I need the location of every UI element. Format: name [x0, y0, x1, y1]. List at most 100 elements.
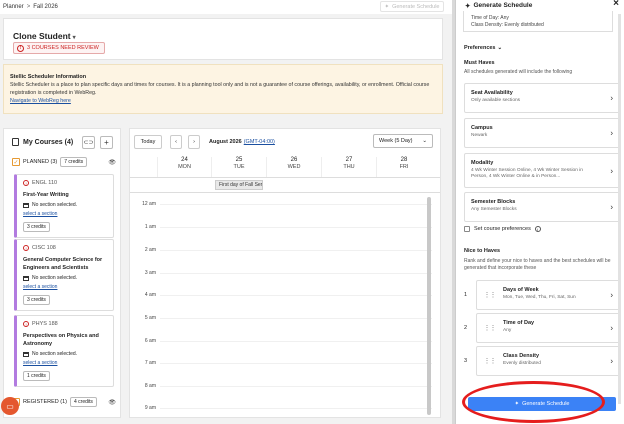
- hour-gridline: [160, 318, 432, 319]
- add-course-button[interactable]: +: [100, 136, 113, 149]
- course-name: General Computer Science for Engineers a…: [23, 257, 103, 271]
- section-status: No section selected.: [32, 275, 78, 281]
- section-status: No section selected.: [32, 351, 78, 357]
- registered-label: REGISTERED (1): [23, 399, 68, 405]
- chevron-right-icon: ›: [610, 290, 613, 300]
- rank-number: 2: [464, 325, 468, 331]
- generate-schedule-button[interactable]: ✦ Generate Schedule: [468, 397, 616, 411]
- review-badge[interactable]: ! 3 COURSES NEED REVIEW: [13, 42, 105, 54]
- my-courses-panel: My Courses (4) ⊂⊃ + ✓ PLANNED (3) 7 cred…: [3, 128, 121, 418]
- book-icon: [12, 138, 19, 146]
- alert-icon: !: [23, 180, 29, 186]
- must-have-semester-blocks[interactable]: Semester Blocks Any Semester Blocks ›: [464, 192, 620, 222]
- must-have-campus[interactable]: Campus Newark ›: [464, 118, 620, 148]
- scheduler-info-banner: Stellic Scheduler Information Stellic Sc…: [3, 64, 443, 114]
- set-course-preferences[interactable]: Set course preferences i: [464, 226, 541, 232]
- drag-handle-icon[interactable]: ⋮⋮: [484, 358, 496, 365]
- nice-to-have-option[interactable]: ⋮⋮ Class Density Evenly distributed ›: [476, 346, 620, 376]
- set-preferences-checkbox[interactable]: [464, 226, 470, 232]
- hour-gridline: [160, 408, 432, 409]
- eye-icon[interactable]: 👁: [108, 399, 116, 406]
- select-section-link[interactable]: select a section: [23, 211, 107, 217]
- option-title: Days of Week: [503, 287, 539, 293]
- course-card[interactable]: ! ENGL 110 First-Year Writing No section …: [14, 174, 114, 238]
- chevron-right-icon: ›: [610, 356, 613, 366]
- day-header: 27 THU: [321, 157, 376, 177]
- breadcrumb-separator: >: [26, 4, 31, 10]
- month-label: August 2026 (GMT-04:00): [209, 139, 275, 145]
- generate-schedule-drawer: Time of Day: Any Class Density: Evenly d…: [455, 0, 624, 424]
- hour-label: 9 am: [144, 405, 156, 411]
- hour-gridline: [160, 204, 432, 205]
- nice-to-have-class-density: 3 ⋮⋮ Class Density Evenly distributed ›: [464, 346, 620, 376]
- chevron-left-icon: ‹: [175, 139, 177, 145]
- nice-to-have-option[interactable]: ⋮⋮ Time of Day Any ›: [476, 313, 620, 343]
- eye-icon[interactable]: 👁: [108, 159, 116, 166]
- must-have-seat-availability[interactable]: Seat Availability Only available section…: [464, 83, 620, 113]
- webreg-link[interactable]: Navigate to WebReg here: [10, 97, 436, 105]
- drag-handle-icon[interactable]: ⋮⋮: [484, 325, 496, 332]
- course-card[interactable]: ! CISC 108 General Computer Science for E…: [14, 239, 114, 311]
- timezone-link[interactable]: (GMT-04:00): [244, 139, 275, 145]
- chevron-down-icon: ⌄: [422, 138, 427, 144]
- hour-gridline: [160, 363, 432, 364]
- planned-credits: 7 credits: [60, 157, 88, 167]
- alert-icon: !: [23, 321, 29, 327]
- day-name: MON: [178, 164, 191, 170]
- course-card[interactable]: ! PHYS 188 Perspectives on Physics and As…: [14, 315, 114, 387]
- sparkle-icon: ✦: [465, 2, 471, 10]
- select-section-link[interactable]: select a section: [23, 284, 107, 290]
- generate-schedule-top-button[interactable]: ✦ Generate Schedule: [380, 1, 444, 12]
- chat-button[interactable]: ▭: [1, 397, 19, 415]
- option-value: Mon, Tue, Wed, Thu, Fri, Sat, Sun: [503, 295, 576, 300]
- summary-line: Time of Day: Any: [471, 15, 509, 21]
- calendar-scrollbar[interactable]: [427, 197, 431, 415]
- chevron-right-icon: ›: [193, 139, 195, 145]
- today-button[interactable]: Today: [134, 135, 162, 149]
- breadcrumb-planner[interactable]: Planner: [3, 4, 24, 10]
- hour-label: 5 am: [144, 315, 156, 321]
- hour-gridline: [160, 250, 432, 251]
- planner-panel: Planner > Fall 2026 ✦ Generate Schedule …: [0, 0, 452, 424]
- rank-number: 3: [464, 358, 468, 364]
- option-value: Any Semester Blocks: [471, 207, 517, 212]
- select-section-link[interactable]: select a section: [23, 360, 107, 366]
- day-number: 24: [181, 157, 188, 163]
- student-selector[interactable]: Clone Student ▾: [13, 31, 76, 41]
- calendar-event[interactable]: First day of Fall Sem: [215, 180, 263, 190]
- drag-handle-icon[interactable]: ⋮⋮: [484, 292, 496, 299]
- hour-label: 6 am: [144, 338, 156, 344]
- link-button[interactable]: ⊂⊃: [82, 136, 95, 149]
- today-label: Today: [140, 139, 156, 145]
- option-title: Campus: [471, 125, 493, 131]
- drawer-scrollbar[interactable]: [618, 14, 621, 404]
- plus-icon: +: [104, 138, 109, 147]
- day-name: THU: [343, 164, 355, 170]
- info-title: Stellic Scheduler Information: [10, 74, 87, 80]
- calendar-icon: [23, 275, 29, 281]
- drawer-title: Generate Schedule: [473, 2, 533, 9]
- view-select[interactable]: Week (5 Day) ⌄: [373, 134, 433, 148]
- breadcrumb: Planner > Fall 2026 ✦ Generate Schedule: [0, 0, 452, 14]
- course-credits: 3 credits: [23, 295, 50, 305]
- planned-checkbox[interactable]: ✓: [12, 158, 20, 166]
- chat-icon: ▭: [6, 401, 14, 411]
- close-icon[interactable]: ×: [613, 0, 619, 9]
- info-icon[interactable]: i: [534, 226, 541, 232]
- hour-label: 2 am: [144, 247, 156, 253]
- sparkle-icon: ✦: [384, 3, 390, 10]
- option-value: Any: [503, 328, 512, 333]
- preferences-toggle[interactable]: Preferences ⌄: [464, 45, 502, 51]
- review-badge-label: 3 COURSES NEED REVIEW: [27, 45, 99, 51]
- must-have-modality[interactable]: Modality 4 Wk Winter Session Online, 4 W…: [464, 153, 620, 188]
- nice-to-haves-subtitle: Rank and define your nice to haves and t…: [464, 258, 611, 271]
- option-value: Evenly distributed: [503, 361, 541, 366]
- planned-label: PLANNED (3): [23, 159, 58, 165]
- course-credits: 3 credits: [23, 222, 50, 232]
- course-code: PHYS 188: [32, 321, 58, 327]
- next-week-button[interactable]: ›: [188, 135, 200, 149]
- nice-to-have-option[interactable]: ⋮⋮ Days of Week Mon, Tue, Wed, Thu, Fri,…: [476, 280, 620, 310]
- prev-week-button[interactable]: ‹: [170, 135, 182, 149]
- option-title: Time of Day: [503, 320, 535, 326]
- hour-gridline: [160, 341, 432, 342]
